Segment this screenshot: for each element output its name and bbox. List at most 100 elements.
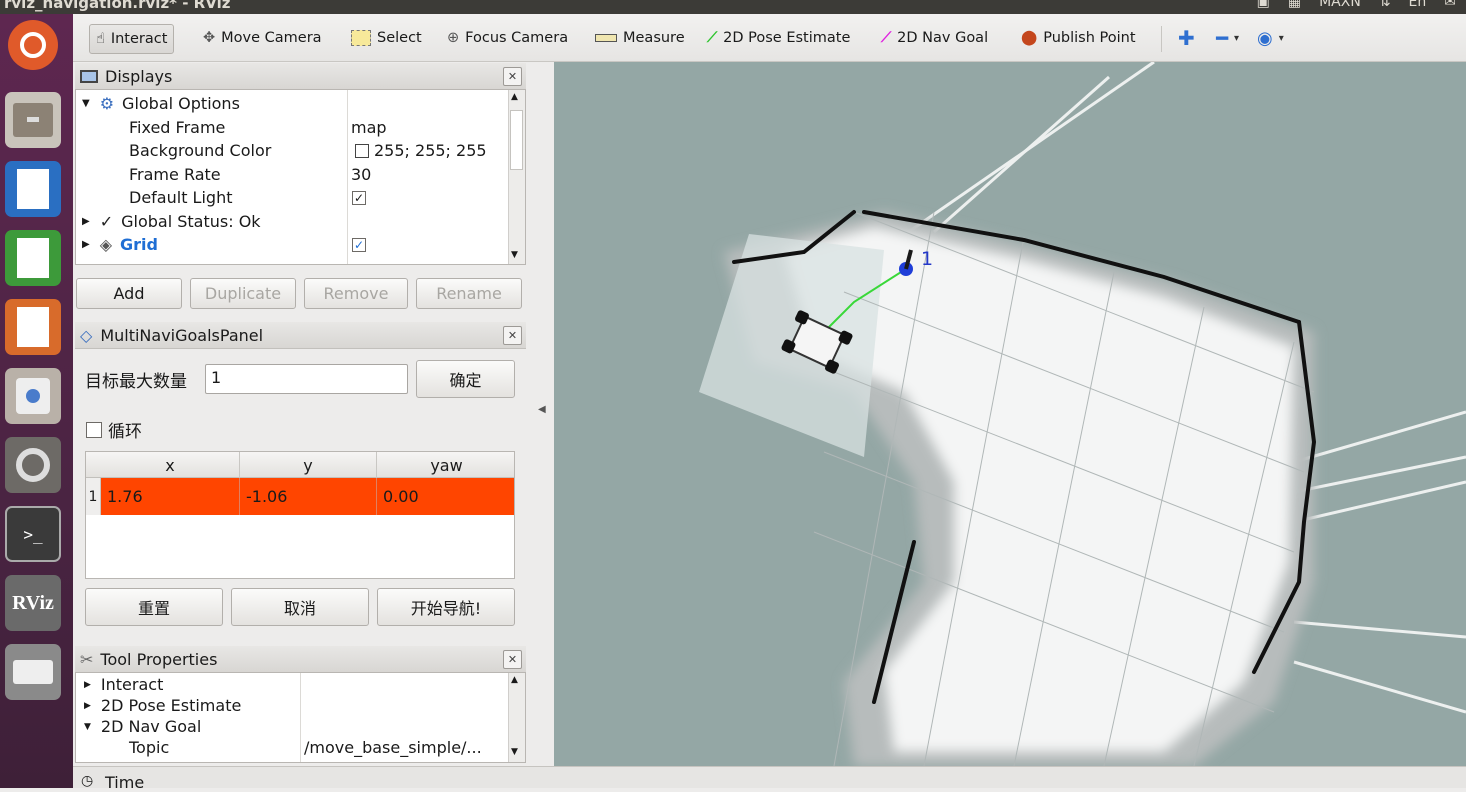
- focus-camera-tool-button[interactable]: ⊕ Focus Camera: [447, 24, 568, 52]
- loop-checkbox-row[interactable]: 循环: [86, 417, 142, 442]
- start-navigation-button[interactable]: 开始导航!: [377, 588, 515, 626]
- system-settings-icon[interactable]: [5, 437, 61, 493]
- terminal-icon[interactable]: >_: [5, 506, 61, 562]
- 3d-viewport[interactable]: 1: [554, 62, 1466, 766]
- tree-row-global-options[interactable]: ▼ ⚙ Global Options: [82, 92, 240, 116]
- gear-icon: ⚙: [99, 94, 115, 114]
- measure-label: Measure: [623, 30, 685, 46]
- cell-x[interactable]: 1.76: [101, 478, 240, 515]
- move-camera-tool-button[interactable]: ✥ Move Camera: [203, 24, 322, 52]
- tool-row-topic[interactable]: Topic: [129, 737, 169, 758]
- tree-row-default-light[interactable]: Default Light: [129, 186, 232, 210]
- move-camera-label: Move Camera: [221, 30, 322, 46]
- scroll-up-icon[interactable]: ▲: [511, 92, 518, 102]
- ubuntu-dash-icon[interactable]: [8, 20, 58, 70]
- tool-properties-tree: ▶ Interact ▶ 2D Pose Estimate ▼ 2D Nav G…: [75, 672, 526, 763]
- pose-estimate-tool-button[interactable]: ⟋ 2D Pose Estimate: [707, 24, 850, 52]
- files-icon[interactable]: [5, 92, 61, 148]
- tool-properties-scrollbar[interactable]: ▲ ▼: [508, 673, 525, 762]
- tree-row-frame-rate[interactable]: Frame Rate: [129, 163, 221, 187]
- scroll-thumb[interactable]: [510, 110, 523, 170]
- expand-arrow-icon[interactable]: ▼: [84, 722, 91, 732]
- displays-tree: ▼ ⚙ Global Options Fixed Frame map Backg…: [75, 89, 526, 265]
- multinavi-close-button[interactable]: ✕: [503, 326, 522, 345]
- displays-scrollbar[interactable]: ▲ ▼: [508, 90, 525, 264]
- window-title-bar: rviz_navigation.rviz* - RViz ▣ ▦ MAXN ⇅ …: [0, 0, 1466, 14]
- select-tool-button[interactable]: Select: [351, 24, 422, 52]
- tool-row-interact[interactable]: ▶ Interact: [84, 674, 163, 695]
- scroll-down-icon[interactable]: ▼: [511, 747, 518, 757]
- max-goals-input[interactable]: 1: [205, 364, 408, 394]
- remove-tool-minus-icon[interactable]: ━ ▾: [1216, 24, 1239, 52]
- keyboard-icon[interactable]: ▦: [1288, 0, 1301, 10]
- column-header-x[interactable]: x: [101, 452, 240, 478]
- multinavi-panel: ◇ MultiNaviGoalsPanel ✕ 目标最大数量 1 确定 循环 x…: [75, 322, 526, 640]
- tree-row-background-color[interactable]: Background Color: [129, 139, 271, 163]
- tree-row-grid[interactable]: ▶ ◈ Grid: [82, 233, 158, 257]
- expand-arrow-icon[interactable]: ▶: [84, 680, 91, 690]
- loop-checkbox[interactable]: [86, 421, 102, 438]
- tree-row-label: Global Options: [122, 94, 240, 114]
- writer-icon[interactable]: [5, 161, 61, 217]
- tree-row-fixed-frame[interactable]: Fixed Frame: [129, 116, 225, 140]
- impress-icon[interactable]: [5, 299, 61, 355]
- package-icon[interactable]: ▣: [1257, 0, 1270, 10]
- goal-marker-label: 1: [921, 248, 934, 270]
- confirm-button[interactable]: 确定: [416, 360, 515, 398]
- focus-camera-label: Focus Camera: [465, 30, 569, 46]
- network-icon[interactable]: ⇅: [1379, 0, 1391, 10]
- tree-row-label: Fixed Frame: [129, 117, 226, 137]
- tool-properties-title: Tool Properties: [100, 649, 218, 669]
- tree-row-global-status[interactable]: ▶ ✓ Global Status: Ok: [82, 210, 261, 234]
- language-indicator[interactable]: En: [1409, 0, 1427, 10]
- tree-row-label: 2D Pose Estimate: [100, 696, 242, 715]
- cancel-button[interactable]: 取消: [231, 588, 369, 626]
- toolbar-separator: [1161, 26, 1162, 52]
- interact-label: Interact: [110, 31, 168, 47]
- expand-arrow-icon[interactable]: ▶: [82, 216, 90, 227]
- tool-row-nav-goal[interactable]: ▼ 2D Nav Goal: [84, 716, 201, 737]
- background-color-value[interactable]: 255; 255; 255: [355, 139, 487, 163]
- add-display-button[interactable]: Add: [76, 278, 182, 309]
- grid-checkbox[interactable]: ✓: [352, 233, 366, 257]
- displays-close-button[interactable]: ✕: [503, 67, 522, 86]
- nvidia-indicator[interactable]: MAXN: [1319, 0, 1361, 10]
- view-eye-icon[interactable]: ◉ ▾: [1257, 24, 1284, 52]
- frame-rate-value[interactable]: 30: [351, 163, 371, 187]
- remove-display-button[interactable]: Remove: [304, 278, 408, 309]
- tool-properties-close-button[interactable]: ✕: [503, 650, 522, 669]
- cell-yaw[interactable]: 0.00: [377, 478, 514, 515]
- default-light-checkbox[interactable]: ✓: [352, 186, 366, 210]
- nav-goal-label: 2D Nav Goal: [897, 30, 989, 46]
- rename-display-button[interactable]: Rename: [416, 278, 522, 309]
- column-header-y[interactable]: y: [240, 452, 377, 478]
- rviz-app-icon[interactable]: RViz: [5, 575, 61, 631]
- expand-arrow-icon[interactable]: ▶: [82, 239, 90, 250]
- topic-value-field[interactable]: /move_base_simple/...: [304, 737, 482, 758]
- max-goals-label: 目标最大数量: [85, 372, 187, 392]
- mail-icon[interactable]: ✉: [1444, 0, 1456, 10]
- system-tray: ▣ ▦ MAXN ⇅ En ✉: [1257, 0, 1456, 10]
- cell-y[interactable]: -1.06: [240, 478, 377, 515]
- splitter-collapse-arrow-icon[interactable]: ◀: [538, 404, 546, 415]
- measure-tool-button[interactable]: Measure: [595, 24, 685, 52]
- add-tool-plus-icon[interactable]: ✚: [1178, 24, 1195, 52]
- table-row[interactable]: 1 1.76 -1.06 0.00: [86, 478, 514, 515]
- scroll-down-icon[interactable]: ▼: [511, 250, 518, 260]
- nav-goal-tool-button[interactable]: ⟋ 2D Nav Goal: [881, 24, 988, 52]
- interact-tool-button[interactable]: ☝ Interact: [89, 24, 175, 54]
- column-header-yaw[interactable]: yaw: [377, 452, 514, 478]
- scroll-up-icon[interactable]: ▲: [511, 675, 518, 685]
- focus-camera-icon: ⊕: [447, 30, 460, 46]
- software-center-icon[interactable]: [5, 368, 61, 424]
- clock-icon: ◷: [81, 773, 94, 789]
- expand-arrow-icon[interactable]: ▶: [84, 701, 91, 711]
- fixed-frame-value[interactable]: map: [351, 116, 387, 140]
- drive-icon[interactable]: [5, 644, 61, 700]
- duplicate-display-button[interactable]: Duplicate: [190, 278, 296, 309]
- expand-arrow-icon[interactable]: ▼: [82, 98, 90, 109]
- calc-icon[interactable]: [5, 230, 61, 286]
- reset-button[interactable]: 重置: [85, 588, 223, 626]
- publish-point-tool-button[interactable]: ⬤ Publish Point: [1021, 24, 1136, 52]
- tool-row-pose-estimate[interactable]: ▶ 2D Pose Estimate: [84, 695, 241, 716]
